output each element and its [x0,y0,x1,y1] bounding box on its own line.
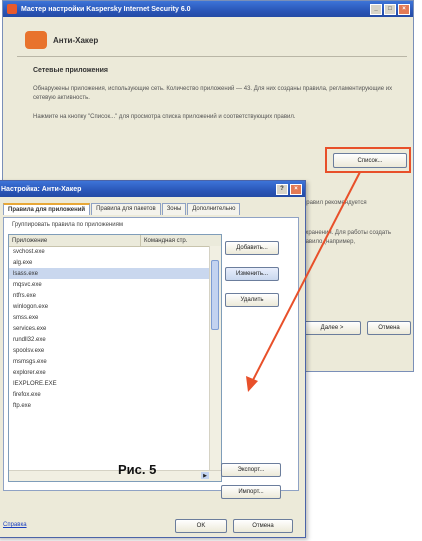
figure-caption: Рис. 5 [118,462,157,477]
annotation-arrow [246,171,361,392]
